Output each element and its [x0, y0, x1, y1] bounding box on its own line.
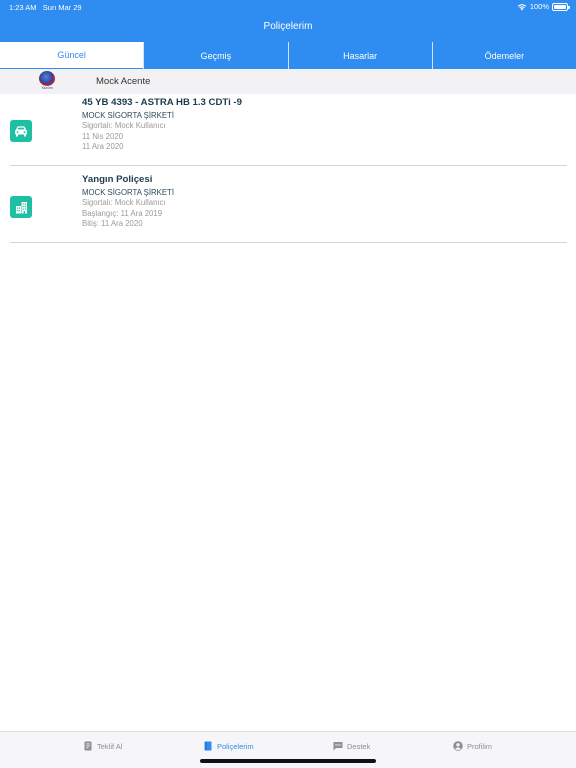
policy-title: Yangın Poliçesi	[82, 174, 153, 185]
battery-percent: 100%	[529, 2, 549, 11]
policy-insured: Sigortalı: Mock Kullanıcı	[82, 121, 166, 130]
agency-logo: Yazılım	[36, 71, 58, 92]
status-indicators: 100%	[517, 2, 570, 11]
policy-title: 45 YB 4393 - ASTRA HB 1.3 CDTi -9	[82, 97, 242, 108]
tabbar-item-profilim[interactable]: Profilim	[453, 741, 492, 751]
status-time-date: 1:23 AM Sun Mar 29	[9, 3, 82, 12]
tabbar-label: Destek	[347, 741, 371, 751]
policy-end-date: Bitiş: 11 Ara 2020	[82, 219, 143, 228]
building-icon	[10, 196, 32, 218]
agency-name: Mock Acente	[96, 76, 151, 87]
wifi-icon	[517, 3, 527, 10]
policy-details: 45 YB 4393 - ASTRA HB 1.3 CDTi -9 MOCK S…	[82, 97, 242, 153]
home-indicator[interactable]	[200, 759, 376, 763]
policy-company: MOCK SİGORTA ŞİRKETİ	[82, 188, 174, 197]
status-date: Sun Mar 29	[42, 3, 82, 12]
book-icon	[204, 741, 212, 751]
tabbar-label: Profilim	[467, 741, 493, 751]
car-icon	[10, 120, 32, 142]
policy-end-date: 11 Ara 2020	[82, 142, 124, 151]
tabbar-item-destek[interactable]: Destek	[333, 741, 370, 751]
chat-icon	[333, 742, 343, 751]
policy-start-date: Başlangıç: 11 Ara 2019	[82, 208, 163, 218]
agency-header: Yazılım Mock Acente	[0, 69, 576, 94]
status-time: 1:23 AM	[9, 3, 37, 12]
agency-logo-text: Yazılım	[41, 86, 53, 90]
tab-hasarlar[interactable]: Hasarlar	[287, 42, 432, 69]
tab-gecmis[interactable]: Geçmiş	[143, 42, 287, 69]
status-bar: 1:23 AM Sun Mar 29 100%	[0, 0, 576, 14]
policy-company: MOCK SİGORTA ŞİRKETİ	[82, 111, 174, 120]
policy-card[interactable]: Yangın Poliçesi MOCK SİGORTA ŞİRKETİ Sig…	[10, 174, 567, 243]
policy-insured: Sigortalı: Mock Kullanıcı	[82, 198, 166, 207]
battery-icon	[552, 2, 570, 11]
policy-start-date: 11 Nis 2020	[82, 131, 124, 141]
navigation-header: 1:23 AM Sun Mar 29 100% Poliçelerim	[0, 0, 576, 42]
tabbar-label: Poliçelerim	[217, 741, 254, 751]
agency-logo-mark	[39, 71, 55, 86]
tabbar-label: Teklif Al	[97, 741, 123, 751]
battery-level	[554, 4, 566, 9]
tabbar-item-teklif-al[interactable]: Teklif Al	[83, 741, 122, 751]
tab-odemeler[interactable]: Ödemeler	[431, 42, 576, 69]
policy-tabs: Güncel Geçmiş Hasarlar Ödemeler	[0, 42, 576, 69]
tabbar-item-policelerim[interactable]: Poliçelerim	[203, 741, 254, 751]
policy-card[interactable]: 45 YB 4393 - ASTRA HB 1.3 CDTi -9 MOCK S…	[10, 97, 567, 166]
policy-details: Yangın Poliçesi MOCK SİGORTA ŞİRKETİ Sig…	[82, 174, 174, 230]
user-icon	[453, 741, 463, 751]
document-icon	[84, 741, 92, 751]
page-title: Poliçelerim	[263, 21, 313, 32]
tab-guncel[interactable]: Güncel	[0, 42, 144, 69]
